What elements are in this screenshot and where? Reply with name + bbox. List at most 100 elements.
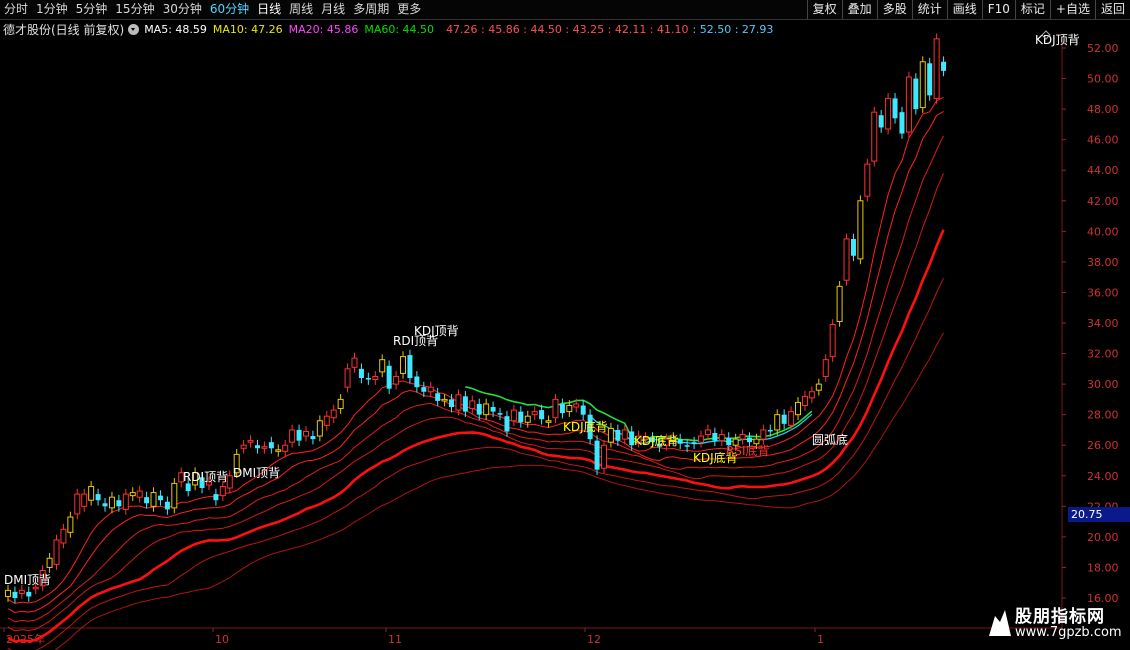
wolf-logo-icon	[989, 610, 1011, 636]
watermark-url: www.7gpzb.com	[1015, 625, 1122, 640]
y-tick-label-14: 24.00	[1087, 470, 1119, 483]
candle-body-117	[815, 383, 822, 391]
signal-label-4: KDJ顶背	[414, 324, 459, 338]
candle-body-114	[795, 401, 802, 416]
signal-label-1: RDI顶背	[183, 470, 228, 484]
candle-body-71	[497, 413, 503, 415]
candle-body-127	[885, 97, 892, 130]
candle-body-44	[310, 436, 316, 440]
candle-body-106	[739, 434, 746, 440]
candle-body-52	[365, 378, 371, 380]
candle-body-128	[892, 98, 898, 119]
candle-body-124	[864, 163, 871, 197]
y-tick-label-1: 50.00	[1087, 73, 1119, 86]
candle-body-8	[60, 528, 67, 544]
candle-body-103	[718, 434, 725, 442]
candle-body-135	[941, 61, 947, 71]
candle-body-126	[878, 115, 884, 128]
candle-body-6	[46, 557, 53, 568]
y-tick-label-10: 32.00	[1087, 348, 1119, 361]
candle-body-63	[441, 398, 448, 402]
candle-body-31	[219, 485, 226, 497]
candle-body-50	[351, 357, 358, 368]
candle-body-89	[621, 429, 628, 440]
y-tick-label-6: 40.00	[1087, 225, 1119, 238]
candle-body-12	[88, 485, 95, 501]
candle-body-88	[615, 429, 621, 441]
x-tick-label-2: 11	[388, 633, 402, 646]
candle-body-113	[788, 411, 795, 426]
candle-body-36	[254, 445, 260, 449]
candle-body-15	[108, 496, 115, 509]
candle-body-120	[836, 285, 843, 322]
candle-body-11	[81, 493, 88, 507]
candle-body-9	[67, 516, 74, 533]
candle-body-83	[580, 405, 586, 415]
candle-body-123	[857, 200, 864, 260]
candle-body-130	[905, 76, 912, 133]
candle-body-100	[698, 435, 704, 443]
candle-body-13	[95, 494, 101, 501]
signal-label-2: DMI顶背	[233, 466, 280, 480]
candle-body-34	[240, 444, 247, 449]
y-tick-label-16: 20.00	[1087, 531, 1119, 544]
candle-body-22	[157, 495, 163, 501]
signal-label-5: KDJ底背	[563, 419, 608, 434]
candle-body-73	[510, 409, 517, 422]
candle-body-133	[927, 63, 933, 96]
candle-body-53	[372, 375, 379, 381]
candle-body-122	[850, 238, 856, 256]
candle-body-42	[296, 429, 302, 441]
candle-body-41	[289, 429, 296, 443]
current-price-label: 20.75	[1068, 507, 1130, 522]
candle-body-62	[435, 393, 441, 401]
candle-body-55	[386, 365, 392, 389]
candle-body-76	[531, 411, 538, 416]
candle-body-37	[261, 446, 268, 449]
ma-band-line-1	[7, 110, 944, 614]
watermark: 股朋指标网 www.7gpzb.com	[985, 598, 1130, 650]
candle-body-56	[393, 375, 400, 385]
candle-body-72	[504, 416, 510, 432]
candle-body-24	[171, 482, 178, 509]
candle-body-77	[539, 410, 545, 420]
candle-body-102	[712, 433, 718, 441]
candle-body-1	[12, 591, 18, 598]
candle-body-107	[747, 437, 753, 443]
kline-chart[interactable]: 52.00 50.00 48.00 46.00 44.00 42.00 40.00 38.00…	[0, 0, 1130, 650]
candle-body-115	[801, 395, 808, 407]
signal-label-9: 圆弧底	[812, 432, 848, 447]
candle-body-3	[26, 591, 32, 597]
candle-body-66	[462, 396, 468, 412]
y-tick-label-5: 42.00	[1087, 195, 1119, 208]
x-tick-label-1: 10	[215, 633, 229, 646]
candle-body-49	[344, 368, 351, 388]
signal-label-6: KDJ底背	[634, 433, 679, 448]
candle-body-38	[268, 442, 274, 449]
candle-body-85	[594, 440, 600, 470]
candle-body-23	[164, 501, 170, 510]
candle-body-64	[449, 399, 455, 408]
y-tick-label-17: 18.00	[1087, 561, 1119, 574]
y-tick-label-3: 46.00	[1087, 134, 1119, 147]
candle-body-54	[379, 359, 386, 373]
candle-body-132	[919, 61, 926, 109]
y-tick-label-13: 26.00	[1087, 439, 1119, 452]
candle-body-87	[607, 427, 614, 443]
ma-band-line-4	[7, 229, 945, 643]
y-tick-label-9: 34.00	[1087, 317, 1119, 330]
candle-body-59	[414, 376, 420, 388]
candle-body-2	[18, 589, 25, 594]
candle-body-125	[871, 111, 878, 162]
candle-body-57	[400, 356, 407, 374]
candle-body-61	[427, 386, 434, 393]
y-tick-label-12: 28.00	[1087, 409, 1119, 422]
candle-body-48	[337, 398, 344, 410]
candle-body-81	[566, 405, 573, 413]
candle-body-46	[323, 415, 330, 426]
candle-body-74	[518, 411, 524, 423]
x-tick-label-4: 1	[817, 633, 824, 646]
candle-body-0	[5, 589, 11, 597]
candle-body-116	[808, 391, 815, 399]
candle-body-21	[150, 492, 157, 507]
